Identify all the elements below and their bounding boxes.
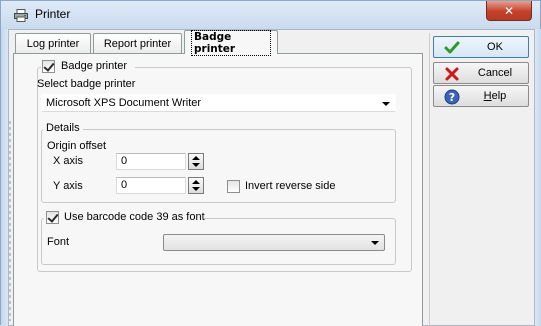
tab-label: Log printer <box>26 37 80 50</box>
tab-label: Report printer <box>103 37 172 50</box>
cancel-label: Cancel <box>477 67 513 79</box>
y-axis-label: Y axis <box>53 180 83 192</box>
selected-printer-value: Microsoft XPS Document Writer <box>46 97 202 109</box>
cross-icon <box>445 67 459 81</box>
svg-text:?: ? <box>449 91 455 104</box>
select-badge-printer-label: Select badge printer <box>37 78 136 90</box>
tab-label: Badge printer <box>191 29 271 56</box>
badge-printer-checkbox[interactable] <box>42 60 55 73</box>
window-title: Printer <box>35 7 71 21</box>
close-icon: ✕ <box>503 3 515 18</box>
x-axis-spinner[interactable] <box>188 153 204 170</box>
title-bar: Printer ✕ <box>1 1 540 29</box>
close-button[interactable]: ✕ <box>486 1 532 21</box>
printer-dialog: Printer ✕ Log printer Report printer Bad… <box>0 0 541 326</box>
help-label: Help <box>483 90 507 102</box>
invert-reverse-side-checkbox[interactable] <box>227 180 240 193</box>
y-axis-input[interactable]: 0 <box>116 177 186 194</box>
tab-badge-printer[interactable]: Badge printer <box>184 29 278 56</box>
help-icon: ? <box>444 89 460 105</box>
cancel-button[interactable]: Cancel <box>433 62 529 84</box>
chevron-down-icon[interactable] <box>382 102 390 106</box>
tab-report-printer[interactable]: Report printer <box>93 33 182 53</box>
x-axis-input[interactable]: 0 <box>116 153 186 170</box>
window-right-border <box>535 29 541 326</box>
badge-printer-select[interactable]: Microsoft XPS Document Writer <box>41 94 396 112</box>
barcode-font-checkbox[interactable] <box>46 211 59 224</box>
badge-printer-panel: Badge printer Select badge printer Micro… <box>13 53 423 326</box>
font-label: Font <box>47 236 70 248</box>
tab-log-printer[interactable]: Log printer <box>15 33 91 53</box>
badge-printer-label: Badge printer <box>61 60 128 72</box>
printer-icon <box>14 9 28 22</box>
invert-reverse-side-label: Invert reverse side <box>245 180 336 192</box>
left-edge-marker <box>9 121 11 321</box>
barcode-font-label: Use barcode code 39 as font <box>64 211 205 223</box>
chevron-down-icon[interactable] <box>371 241 379 245</box>
font-select[interactable] <box>163 234 385 251</box>
ok-label: OK <box>487 41 503 53</box>
divider <box>429 33 430 326</box>
badge-printer-legend: Badge printer <box>41 59 135 75</box>
x-axis-value: 0 <box>121 155 128 167</box>
y-axis-value: 0 <box>121 179 128 191</box>
x-axis-label: X axis <box>53 155 83 167</box>
check-icon <box>444 41 460 54</box>
y-axis-spinner[interactable] <box>188 177 204 194</box>
details-legend: Details <box>43 122 83 134</box>
window-left-border <box>1 29 8 326</box>
help-button[interactable]: ? Help <box>433 85 529 107</box>
origin-offset-label: Origin offset <box>47 140 107 152</box>
barcode-legend: Use barcode code 39 as font <box>44 210 205 226</box>
ok-button[interactable]: OK <box>433 36 529 58</box>
